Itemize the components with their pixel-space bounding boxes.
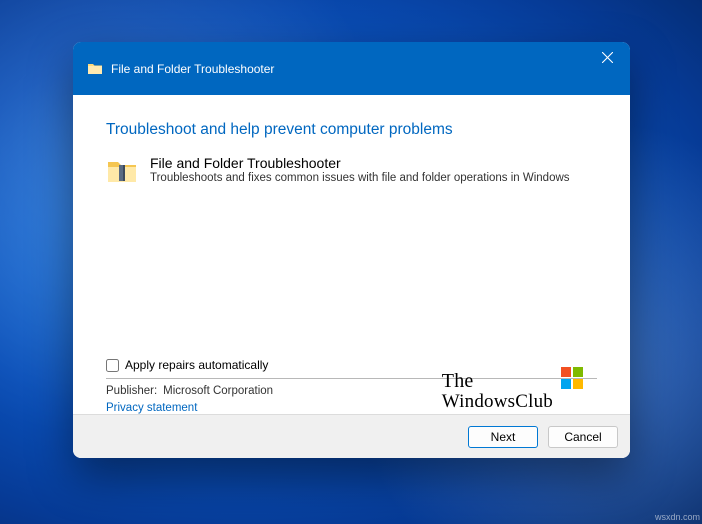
titlebar: File and Folder Troubleshooter bbox=[73, 42, 630, 95]
publisher-row: Publisher: Microsoft Corporation bbox=[106, 385, 597, 397]
publisher-value: Microsoft Corporation bbox=[163, 385, 273, 397]
source-attribution: wsxdn.com bbox=[655, 512, 700, 522]
page-heading: Troubleshoot and help prevent computer p… bbox=[106, 121, 597, 139]
troubleshooter-dialog: File and Folder Troubleshooter Troublesh… bbox=[73, 42, 630, 458]
window-title: File and Folder Troubleshooter bbox=[111, 62, 274, 76]
folder-icon bbox=[106, 155, 138, 187]
item-description: Troubleshoots and fixes common issues wi… bbox=[150, 172, 570, 184]
apply-repairs-row[interactable]: Apply repairs automatically bbox=[106, 358, 597, 372]
next-button[interactable]: Next bbox=[468, 426, 538, 448]
divider bbox=[106, 378, 597, 379]
dialog-footer: Next Cancel bbox=[73, 414, 630, 458]
item-title: File and Folder Troubleshooter bbox=[150, 155, 570, 171]
troubleshooter-item[interactable]: File and Folder Troubleshooter Troublesh… bbox=[106, 155, 597, 187]
folder-icon bbox=[87, 61, 103, 77]
close-button[interactable] bbox=[584, 42, 630, 72]
privacy-statement-link[interactable]: Privacy statement bbox=[106, 402, 597, 414]
apply-repairs-checkbox[interactable] bbox=[106, 359, 119, 372]
apply-repairs-label: Apply repairs automatically bbox=[125, 358, 268, 372]
publisher-label: Publisher: bbox=[106, 385, 157, 397]
dialog-body: Troubleshoot and help prevent computer p… bbox=[73, 95, 630, 414]
cancel-button[interactable]: Cancel bbox=[548, 426, 618, 448]
close-icon bbox=[602, 52, 613, 63]
